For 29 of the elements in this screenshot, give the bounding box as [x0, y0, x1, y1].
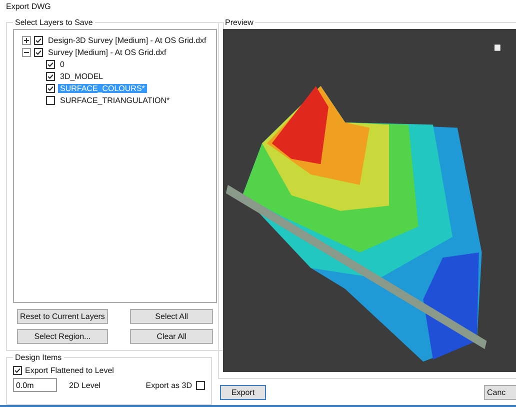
checkbox[interactable] — [46, 60, 55, 68]
expand-icon[interactable] — [22, 36, 31, 44]
checkbox[interactable] — [196, 380, 205, 390]
tree-item[interactable]: 0 — [58, 60, 66, 68]
tree-item[interactable]: SURFACE_TRIANGULATION* — [58, 96, 172, 104]
group-title: Select Layers to Save — [14, 18, 94, 27]
window-title: Export DWG — [5, 1, 52, 13]
checkbox[interactable] — [13, 366, 22, 374]
group-title: Preview — [224, 18, 254, 27]
checkbox[interactable] — [34, 48, 43, 56]
level-field[interactable]: 0.0m — [13, 378, 57, 392]
export-button[interactable]: Export — [220, 384, 266, 400]
checkbox[interactable] — [46, 72, 55, 80]
group-title: Design Items — [14, 353, 63, 362]
checkbox[interactable] — [46, 84, 55, 92]
dialog-button[interactable]: Clear All — [130, 329, 214, 344]
cancel-button[interactable]: Canc — [484, 384, 516, 400]
tree-item[interactable]: 3D_MODEL — [58, 72, 106, 80]
dialog-button[interactable]: Select All — [130, 309, 214, 324]
collapse-icon[interactable] — [22, 48, 31, 56]
checkbox-label: Export as 3D — [146, 380, 192, 390]
field-label: 2D Level — [69, 380, 101, 390]
checkbox[interactable] — [46, 96, 55, 104]
tree-item[interactable]: Survey [Medium] - At OS Grid.dxf — [46, 48, 168, 56]
checkbox[interactable] — [34, 36, 43, 44]
dialog-button[interactable]: Reset to Current Layers — [17, 309, 108, 324]
tree-item[interactable]: Design-3D Survey [Medium] - At OS Grid.dxf — [46, 36, 208, 44]
checkbox-label: Export Flattened to Level — [25, 366, 114, 374]
dialog-button[interactable]: Select Region... — [17, 329, 108, 344]
